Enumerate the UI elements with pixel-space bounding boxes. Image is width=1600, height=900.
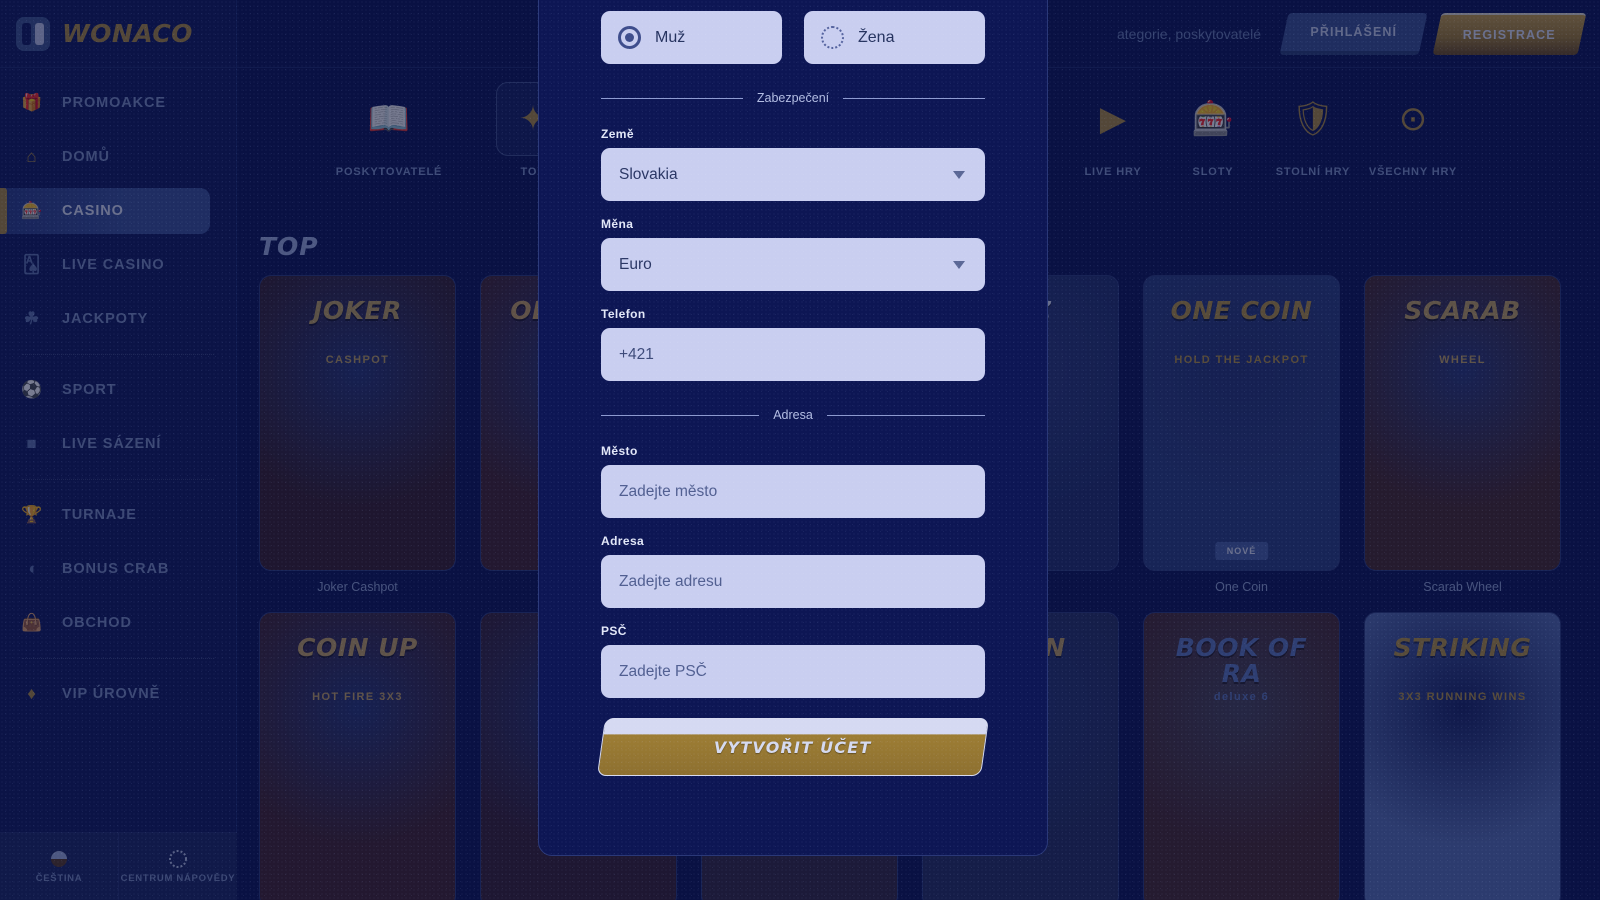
divider-security-label: Zabezpečení [756,91,830,105]
zip-input-placeholder: Zadejte PSČ [619,662,707,680]
city-input-placeholder: Zadejte město [619,482,718,500]
phone-input[interactable]: +421 [601,328,985,381]
field-phone: Telefon +421 [601,307,985,381]
country-select-value: Slovakia [619,165,678,183]
field-zip-label: PSČ [601,624,627,638]
field-address: Adresa Zadejte adresu [601,534,985,608]
field-phone-label: Telefon [601,307,646,321]
gender-option-male-label: Muž [655,28,686,46]
address-input-placeholder: Zadejte adresu [619,572,723,590]
radio-female-icon [821,26,844,49]
zip-input[interactable]: Zadejte PSČ [601,645,985,698]
phone-input-value: +421 [619,345,654,363]
divider-address-label: Adresa [773,408,813,422]
field-currency: Měna Euro [601,217,985,291]
divider-line-left [601,414,760,416]
gender-option-male[interactable]: Muž [601,11,782,64]
city-input[interactable]: Zadejte město [601,465,985,518]
create-account-button[interactable]: VYTVOŘIT ÚČET [596,718,990,776]
field-city-label: Město [601,444,638,458]
gender-option-female-label: Žena [858,28,895,46]
country-select[interactable]: Slovakia [601,148,985,201]
divider-line-right [826,414,986,416]
address-input[interactable]: Zadejte adresu [601,555,985,608]
radio-male-icon [618,26,641,49]
field-country: Země Slovakia [601,127,985,201]
gender-selector: Muž Žena [601,11,985,64]
chevron-down-icon [953,260,965,269]
divider-address: Adresa [601,408,986,422]
registration-modal: Muž Žena Zabezpečení Země Slovakia Měna … [538,0,1048,856]
divider-security: Zabezpečení [601,91,985,105]
gender-option-female[interactable]: Žena [804,11,985,64]
divider-line-right [843,97,985,99]
field-currency-label: Měna [601,217,634,231]
field-country-label: Země [601,127,634,141]
field-city: Město Zadejte město [601,444,985,518]
field-address-label: Adresa [601,534,645,548]
divider-line-left [601,97,743,99]
currency-select[interactable]: Euro [601,238,985,291]
currency-select-value: Euro [619,255,652,273]
chevron-down-icon [953,170,965,179]
field-zip: PSČ Zadejte PSČ [601,624,985,698]
create-account-button-label: VYTVOŘIT ÚČET [714,737,872,757]
